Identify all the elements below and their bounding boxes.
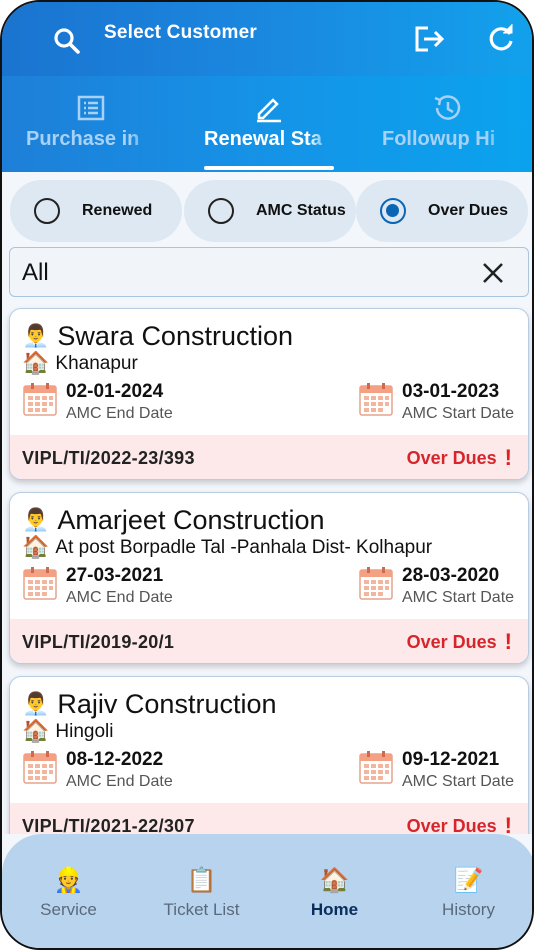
filter-value: All (22, 259, 49, 286)
nav-home-label: Home (310, 900, 359, 919)
nav-history-label: History (442, 900, 495, 919)
customer-icon: 👨‍💼 (22, 323, 50, 349)
radio-button[interactable] (34, 198, 60, 224)
amc-end-date: 02-01-2024 (66, 381, 164, 402)
tab-followup-label: Followup Hi (382, 128, 496, 150)
amc-start-block: 09-12-2021 AMC Start Date (358, 749, 528, 797)
tab-renewal-label: Renewal Sta (204, 128, 322, 150)
reference-number: VIPL/TI/2021-22/307 (22, 816, 195, 834)
status-text: Over Dues (406, 447, 497, 468)
amc-start-label: AMC Start Date (402, 773, 515, 790)
customer-card[interactable]: 👨‍💼 Rajiv Construction 🏠 Hingoli 08-12-2… (9, 676, 529, 834)
customer-name: Swara Construction (57, 321, 294, 351)
exclamation-icon: ! (504, 813, 512, 835)
top-bar: Select Customer (2, 2, 532, 76)
calendar-icon (23, 567, 57, 600)
amc-start-block: 28-03-2020 AMC Start Date (358, 565, 528, 613)
search-icon[interactable] (48, 22, 86, 60)
page-title: Select Customer (104, 22, 257, 43)
customer-name: Amarjeet Construction (57, 505, 325, 535)
house-icon: 🏠 (22, 719, 50, 744)
amc-end-block: 27-03-2021 AMC End Date (22, 565, 252, 613)
card-footer: VIPL/TI/2021-22/307 Over Dues! (10, 803, 528, 835)
customer-icon: 👨‍💼 (22, 507, 50, 533)
tab-indicator (204, 166, 334, 170)
memo-icon: 📝 (453, 866, 484, 894)
reference-number: VIPL/TI/2019-20/1 (22, 632, 175, 652)
amc-start-block: 03-01-2023 AMC Start Date (358, 381, 528, 429)
amc-start-date: 03-01-2023 (402, 381, 500, 402)
nav-ticket-list[interactable]: 📋 Ticket List (135, 834, 268, 948)
history-icon (434, 95, 461, 120)
app-screen: Select Customer Purchase in Renewal Sta … (0, 0, 534, 950)
amc-end-date: 08-12-2022 (66, 749, 164, 770)
status-text: Over Dues (406, 815, 497, 835)
close-icon[interactable] (480, 260, 506, 286)
nav-service[interactable]: 👷 Service (2, 834, 135, 948)
bottom-navigation: 👷 Service 📋 Ticket List 🏠 Home 📝 History (2, 834, 532, 948)
filter-over-dues-label: Over Dues (428, 202, 509, 219)
customer-location: Khanapur (55, 353, 138, 374)
customer-list[interactable]: 👨‍💼 Swara Construction 🏠 Khanapur 02-01-… (2, 302, 532, 834)
customer-location: At post Borpadle Tal -Panhala Dist- Kolh… (55, 537, 433, 558)
amc-start-label: AMC Start Date (402, 405, 515, 422)
status-filter-group: Renewed AMC Status Over Dues (10, 180, 530, 242)
filter-over-dues[interactable]: Over Dues (356, 180, 528, 242)
status-badge: Over Dues! (407, 631, 512, 653)
nav-ticket-list-label: Ticket List (163, 900, 240, 919)
amc-start-date: 28-03-2020 (402, 565, 500, 586)
customer-name: Rajiv Construction (57, 689, 277, 719)
card-footer: VIPL/TI/2022-23/393 Over Dues! (10, 435, 528, 479)
nav-home[interactable]: 🏠 Home (268, 834, 401, 948)
status-badge: Over Dues! (406, 813, 512, 835)
calendar-icon (359, 567, 393, 600)
filter-renewed-label: Renewed (82, 202, 153, 219)
amc-end-block: 08-12-2022 AMC End Date (22, 749, 252, 797)
refresh-icon[interactable] (482, 20, 520, 58)
amc-end-label: AMC End Date (66, 773, 173, 790)
nav-service-label: Service (40, 900, 97, 919)
house-icon: 🏠 (22, 351, 50, 376)
home-icon: 🏠 (319, 866, 350, 894)
calendar-icon (23, 751, 57, 784)
calendar-icon (23, 383, 57, 416)
nav-history[interactable]: 📝 History (402, 834, 532, 948)
tab-renewal[interactable]: Renewal Sta (180, 76, 358, 172)
radio-button-selected[interactable] (380, 198, 406, 224)
status-badge: Over Dues! (407, 447, 512, 469)
house-icon: 🏠 (22, 535, 50, 560)
logout-icon[interactable] (408, 20, 450, 58)
card-footer: VIPL/TI/2019-20/1 Over Dues! (10, 619, 528, 663)
amc-end-date: 27-03-2021 (66, 565, 164, 586)
clipboard-icon: 📋 (186, 866, 217, 894)
app-header: Select Customer Purchase in Renewal Sta … (2, 2, 532, 172)
customer-filter-field[interactable]: All (9, 247, 529, 297)
tab-followup[interactable]: Followup Hi (358, 76, 532, 172)
amc-end-label: AMC End Date (66, 405, 173, 422)
amc-end-block: 02-01-2024 AMC End Date (22, 381, 252, 429)
amc-start-date: 09-12-2021 (402, 749, 500, 770)
tab-purchase-label: Purchase in (26, 128, 140, 150)
filter-amc-status-label: AMC Status (256, 202, 346, 219)
worker-icon: 👷 (53, 866, 84, 894)
tab-purchase[interactable]: Purchase in (2, 76, 180, 172)
calendar-icon (359, 751, 393, 784)
filter-renewed[interactable]: Renewed (10, 180, 182, 242)
tab-bar: Purchase in Renewal Sta Followup Hi (2, 76, 532, 172)
reference-number: VIPL/TI/2022-23/393 (22, 448, 195, 468)
amc-end-label: AMC End Date (66, 589, 173, 606)
status-text: Over Dues (406, 631, 497, 652)
filter-amc-status[interactable]: AMC Status (184, 180, 356, 242)
radio-button[interactable] (208, 198, 234, 224)
list-icon (77, 95, 105, 121)
calendar-icon (359, 383, 393, 416)
customer-icon: 👨‍💼 (22, 691, 50, 717)
amc-start-label: AMC Start Date (402, 589, 515, 606)
edit-icon (257, 98, 281, 123)
customer-card[interactable]: 👨‍💼 Swara Construction 🏠 Khanapur 02-01-… (9, 308, 529, 480)
customer-location: Hingoli (55, 721, 114, 742)
customer-card[interactable]: 👨‍💼 Amarjeet Construction 🏠 At post Borp… (9, 492, 529, 664)
exclamation-icon: ! (504, 629, 512, 654)
exclamation-icon: ! (504, 445, 512, 470)
